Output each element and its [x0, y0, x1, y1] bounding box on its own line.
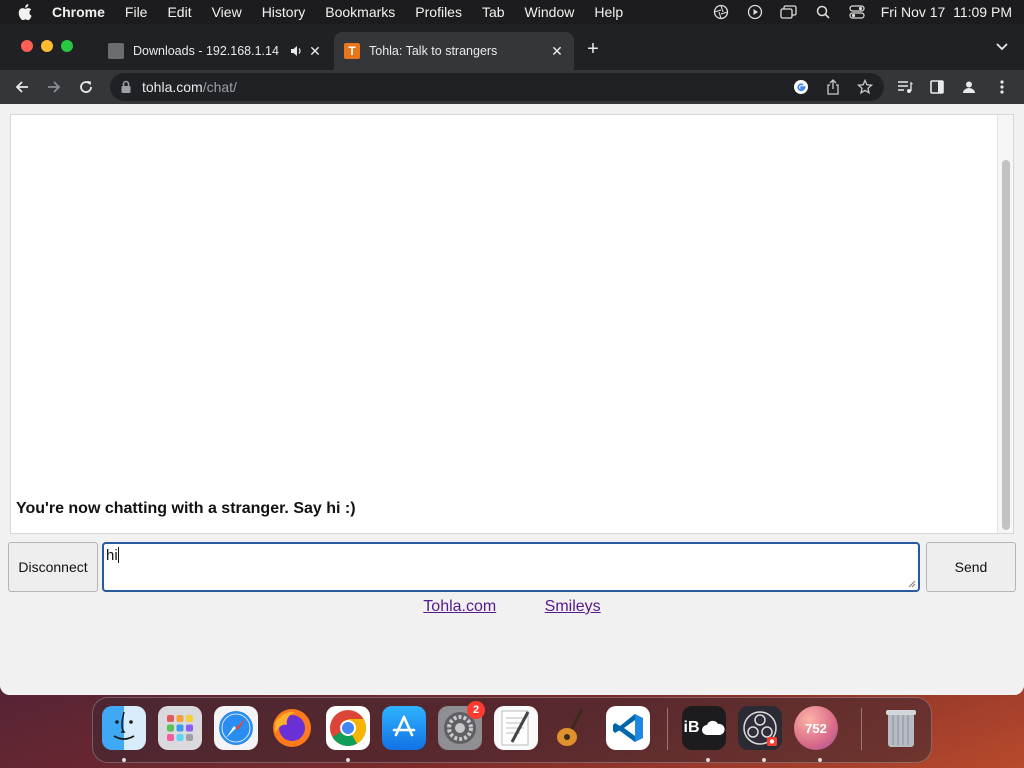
folder-icon: [108, 43, 124, 59]
text-caret: [117, 547, 119, 563]
tab-close-icon[interactable]: ✕: [308, 44, 322, 58]
tab-title: Downloads - 192.168.1.14: [133, 44, 279, 58]
apple-menu-icon[interactable]: [18, 4, 32, 20]
menu-history[interactable]: History: [262, 4, 306, 20]
message-input[interactable]: hi: [102, 542, 920, 592]
message-input-value: hi: [106, 547, 118, 564]
window-zoom-button[interactable]: [61, 40, 73, 52]
bookmark-star-icon[interactable]: [856, 78, 874, 96]
chat-log[interactable]: You're now chatting with a stranger. Say…: [10, 114, 1014, 534]
control-center-icon[interactable]: [847, 4, 867, 20]
garageband-icon[interactable]: [550, 706, 594, 750]
spotlight-search-icon[interactable]: [813, 4, 833, 20]
smileys-link[interactable]: Smileys: [545, 598, 601, 615]
running-indicator: [346, 758, 350, 762]
counter-app-icon[interactable]: 752: [794, 706, 838, 750]
running-indicator: [818, 758, 822, 762]
camera-shutter-icon[interactable]: [711, 4, 731, 20]
chat-status-message: You're now chatting with a stranger. Say…: [16, 500, 356, 517]
play-circle-icon[interactable]: [745, 4, 765, 20]
obs-icon[interactable]: [738, 706, 782, 750]
textedit-icon[interactable]: [494, 706, 538, 750]
footer-links: Tohla.com Smileys: [0, 598, 1024, 616]
chat-page: You're now chatting with a stranger. Say…: [0, 104, 1024, 695]
safari-icon[interactable]: [214, 706, 258, 750]
tohla-favicon: T: [344, 43, 360, 59]
resize-handle-icon[interactable]: [908, 580, 916, 588]
disconnect-button[interactable]: Disconnect: [8, 542, 98, 592]
forward-arrow-icon[interactable]: [44, 77, 64, 97]
back-arrow-icon[interactable]: [12, 77, 32, 97]
tab-strip: Downloads - 192.168.1.14 ✕ T Tohla: Talk…: [0, 24, 1024, 70]
vscode-icon[interactable]: [606, 706, 650, 750]
menu-bookmarks[interactable]: Bookmarks: [325, 4, 395, 20]
menu-view[interactable]: View: [212, 4, 242, 20]
menu-app-name[interactable]: Chrome: [52, 4, 105, 20]
macos-dock: iB 752: [92, 697, 932, 763]
icloud-app-label: iB: [683, 719, 700, 736]
window-minimize-button[interactable]: [41, 40, 53, 52]
app-store-icon[interactable]: [382, 706, 426, 750]
side-panel-icon[interactable]: [927, 77, 947, 97]
menu-help[interactable]: Help: [594, 4, 623, 20]
speaker-icon[interactable]: [289, 44, 303, 58]
chrome-window: Downloads - 192.168.1.14 ✕ T Tohla: Talk…: [0, 24, 1024, 695]
tab-tohla[interactable]: T Tohla: Talk to strangers ✕: [334, 32, 574, 70]
window-close-button[interactable]: [21, 40, 33, 52]
scrollbar-thumb[interactable]: [1002, 160, 1010, 530]
profile-avatar-icon[interactable]: [959, 77, 979, 97]
menu-edit[interactable]: Edit: [167, 4, 191, 20]
launchpad-icon[interactable]: [158, 706, 202, 750]
menu-tab[interactable]: Tab: [482, 4, 505, 20]
browser-toolbar: tohla.com/chat/: [0, 70, 1024, 104]
screen-mirroring-icon[interactable]: [779, 4, 799, 20]
icloud-app-icon[interactable]: iB: [682, 706, 726, 750]
running-indicator: [762, 758, 766, 762]
tohla-home-link[interactable]: Tohla.com: [423, 598, 496, 615]
settings-notification-badge: 2: [467, 701, 485, 719]
tab-downloads[interactable]: Downloads - 192.168.1.14 ✕: [96, 32, 332, 70]
url-text[interactable]: tohla.com/chat/: [142, 79, 237, 95]
firefox-icon[interactable]: [270, 706, 314, 750]
google-lens-icon[interactable]: [792, 78, 810, 96]
menubar-clock[interactable]: Fri Nov 17 11:09 PM: [881, 4, 1012, 20]
media-playlist-icon[interactable]: [895, 77, 915, 97]
dock-separator: [861, 708, 862, 750]
trash-icon[interactable]: [879, 706, 923, 750]
send-button[interactable]: Send: [926, 542, 1016, 592]
tab-search-chevron-icon[interactable]: [996, 42, 1008, 52]
macos-menu-bar: Chrome File Edit View History Bookmarks …: [0, 0, 1024, 24]
share-icon[interactable]: [824, 78, 842, 96]
url-path: /chat/: [202, 79, 237, 95]
chat-scrollbar[interactable]: [997, 115, 1013, 533]
lock-icon[interactable]: [120, 80, 132, 94]
url-domain: tohla.com: [142, 79, 203, 95]
reload-icon[interactable]: [76, 77, 96, 97]
running-indicator: [706, 758, 710, 762]
counter-app-label: 752: [805, 720, 827, 736]
more-menu-icon[interactable]: [992, 77, 1012, 97]
chrome-icon[interactable]: [326, 706, 370, 750]
new-tab-plus-icon[interactable]: +: [584, 39, 602, 59]
tab-title: Tohla: Talk to strangers: [369, 44, 498, 58]
tab-close-icon[interactable]: ✕: [550, 44, 564, 58]
menu-file[interactable]: File: [125, 4, 148, 20]
address-bar[interactable]: tohla.com/chat/: [110, 73, 884, 101]
menu-window[interactable]: Window: [525, 4, 575, 20]
running-indicator: [122, 758, 126, 762]
dock-separator: [667, 708, 668, 750]
finder-icon[interactable]: [102, 706, 146, 750]
menu-profiles[interactable]: Profiles: [415, 4, 462, 20]
